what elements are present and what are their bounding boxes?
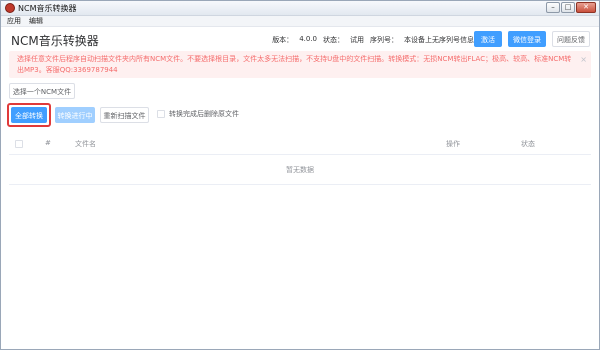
column-status: 状态 — [521, 140, 535, 148]
status-label: 状态： — [323, 36, 344, 44]
file-table: # 文件名 操作 状态 暂无数据 — [9, 133, 591, 185]
column-filename: 文件名 — [75, 140, 96, 148]
app-logo-icon — [5, 3, 15, 13]
delete-after-checkbox[interactable] — [157, 110, 165, 118]
close-icon[interactable]: × — [580, 54, 587, 65]
delete-after-label: 转换完成后删除原文件 — [169, 110, 239, 118]
license-info: 版本： 4.0.0 状态： 试用 序列号： 本设备上无序列号信息 — [272, 35, 474, 45]
column-index: # — [45, 139, 51, 147]
version-value: 4.0.0 — [299, 35, 317, 43]
page-title: NCM音乐转换器 — [11, 34, 99, 48]
menu-bar: 应用 编辑 — [1, 16, 599, 27]
converting-button: 转换进行中 — [55, 107, 95, 123]
window-controls: – □ ✕ — [546, 2, 596, 13]
table-header: # 文件名 操作 状态 — [9, 133, 591, 155]
notice-text: 选择任意文件后程序自动扫描文件夹内所有NCM文件。不要选择根目录，文件太多无法扫… — [17, 55, 572, 74]
menu-edit[interactable]: 编辑 — [29, 16, 43, 26]
notice-alert: 选择任意文件后程序自动扫描文件夹内所有NCM文件。不要选择根目录，文件太多无法扫… — [9, 51, 591, 78]
serial-label: 序列号： — [370, 36, 398, 44]
convert-all-button[interactable]: 全部转换 — [11, 107, 47, 123]
activate-button[interactable]: 激活 — [474, 31, 502, 47]
window-title: NCM音乐转换器 — [18, 4, 77, 13]
minimize-button[interactable]: – — [546, 2, 560, 13]
delete-after-option[interactable]: 转换完成后删除原文件 — [157, 109, 239, 119]
select-ncm-file-button[interactable]: 选择一个NCM文件 — [9, 83, 75, 99]
empty-state: 暂无数据 — [9, 155, 591, 185]
feedback-button[interactable]: 问题反馈 — [552, 31, 590, 47]
version-label: 版本： — [272, 36, 294, 44]
header: NCM音乐转换器 版本： 4.0.0 状态： 试用 序列号： 本设备上无序列号信… — [1, 27, 599, 51]
maximize-button[interactable]: □ — [561, 2, 575, 13]
rescan-button[interactable]: 重新扫描文件 — [100, 107, 149, 123]
app-window: NCM音乐转换器 – □ ✕ 应用 编辑 NCM音乐转换器 版本： 4.0.0 … — [0, 0, 600, 350]
select-all-checkbox[interactable] — [15, 140, 23, 148]
serial-value: 本设备上无序列号信息 — [404, 36, 474, 44]
close-button[interactable]: ✕ — [576, 2, 596, 13]
wechat-login-button[interactable]: 微信登录 — [508, 31, 546, 47]
status-value: 试用 — [350, 36, 364, 44]
menu-app[interactable]: 应用 — [7, 16, 21, 26]
title-bar: NCM音乐转换器 – □ ✕ — [1, 1, 599, 16]
column-actions: 操作 — [446, 140, 460, 148]
